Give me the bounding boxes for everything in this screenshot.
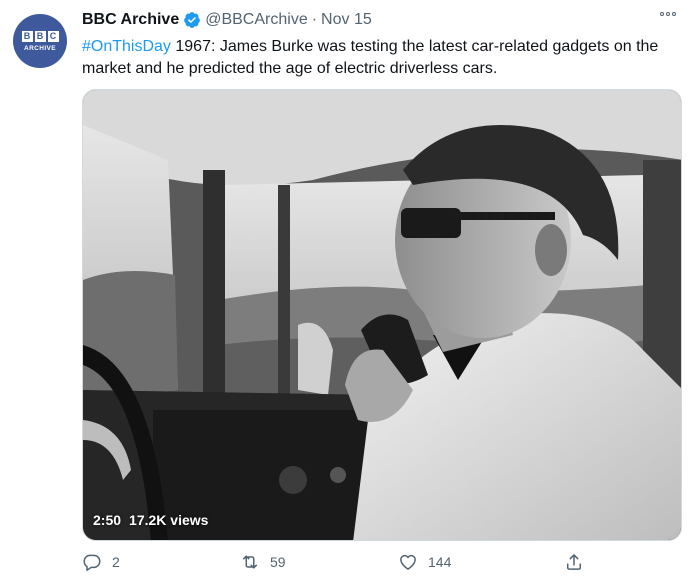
avatar[interactable]: BBC ARCHIVE	[13, 14, 67, 68]
verified-badge-icon	[184, 12, 201, 28]
tweet-card[interactable]: BBC ARCHIVE BBC Archive @BBCArchive · No…	[0, 0, 696, 584]
action-bar: 2 59 144	[82, 552, 602, 578]
tweet-text: #OnThisDay 1967: James Burke was testing…	[82, 36, 682, 80]
display-name[interactable]: BBC Archive	[82, 11, 179, 29]
share-button[interactable]	[564, 552, 584, 572]
more-options-icon[interactable]	[660, 12, 676, 16]
video-player[interactable]: 2:50 17.2K views	[82, 89, 682, 541]
retweet-icon	[243, 555, 257, 569]
heart-icon	[400, 554, 416, 570]
reply-button[interactable]: 2	[82, 552, 120, 572]
like-count: 144	[428, 554, 452, 570]
retweet-button[interactable]: 59	[240, 552, 286, 572]
reply-icon	[83, 554, 101, 571]
share-icon	[567, 554, 581, 570]
video-thumbnail	[83, 90, 681, 540]
bbc-logo-icon: BBC	[21, 30, 59, 42]
retweet-count: 59	[270, 554, 286, 570]
video-duration: 2:50	[93, 512, 122, 528]
video-views: 17.2K views	[129, 512, 209, 528]
like-button[interactable]: 144	[398, 552, 451, 572]
hashtag-link[interactable]: #OnThisDay	[82, 38, 171, 55]
video-meta: 2:50 17.2K views	[93, 512, 208, 528]
separator-dot: ·	[311, 11, 318, 28]
tweet-header: BBC Archive @BBCArchive · Nov 15	[82, 9, 676, 31]
avatar-subtitle: ARCHIVE	[23, 44, 57, 52]
tweet-date[interactable]: Nov 15	[321, 11, 372, 29]
reply-count: 2	[112, 554, 120, 570]
handle[interactable]: @BBCArchive	[205, 11, 308, 29]
